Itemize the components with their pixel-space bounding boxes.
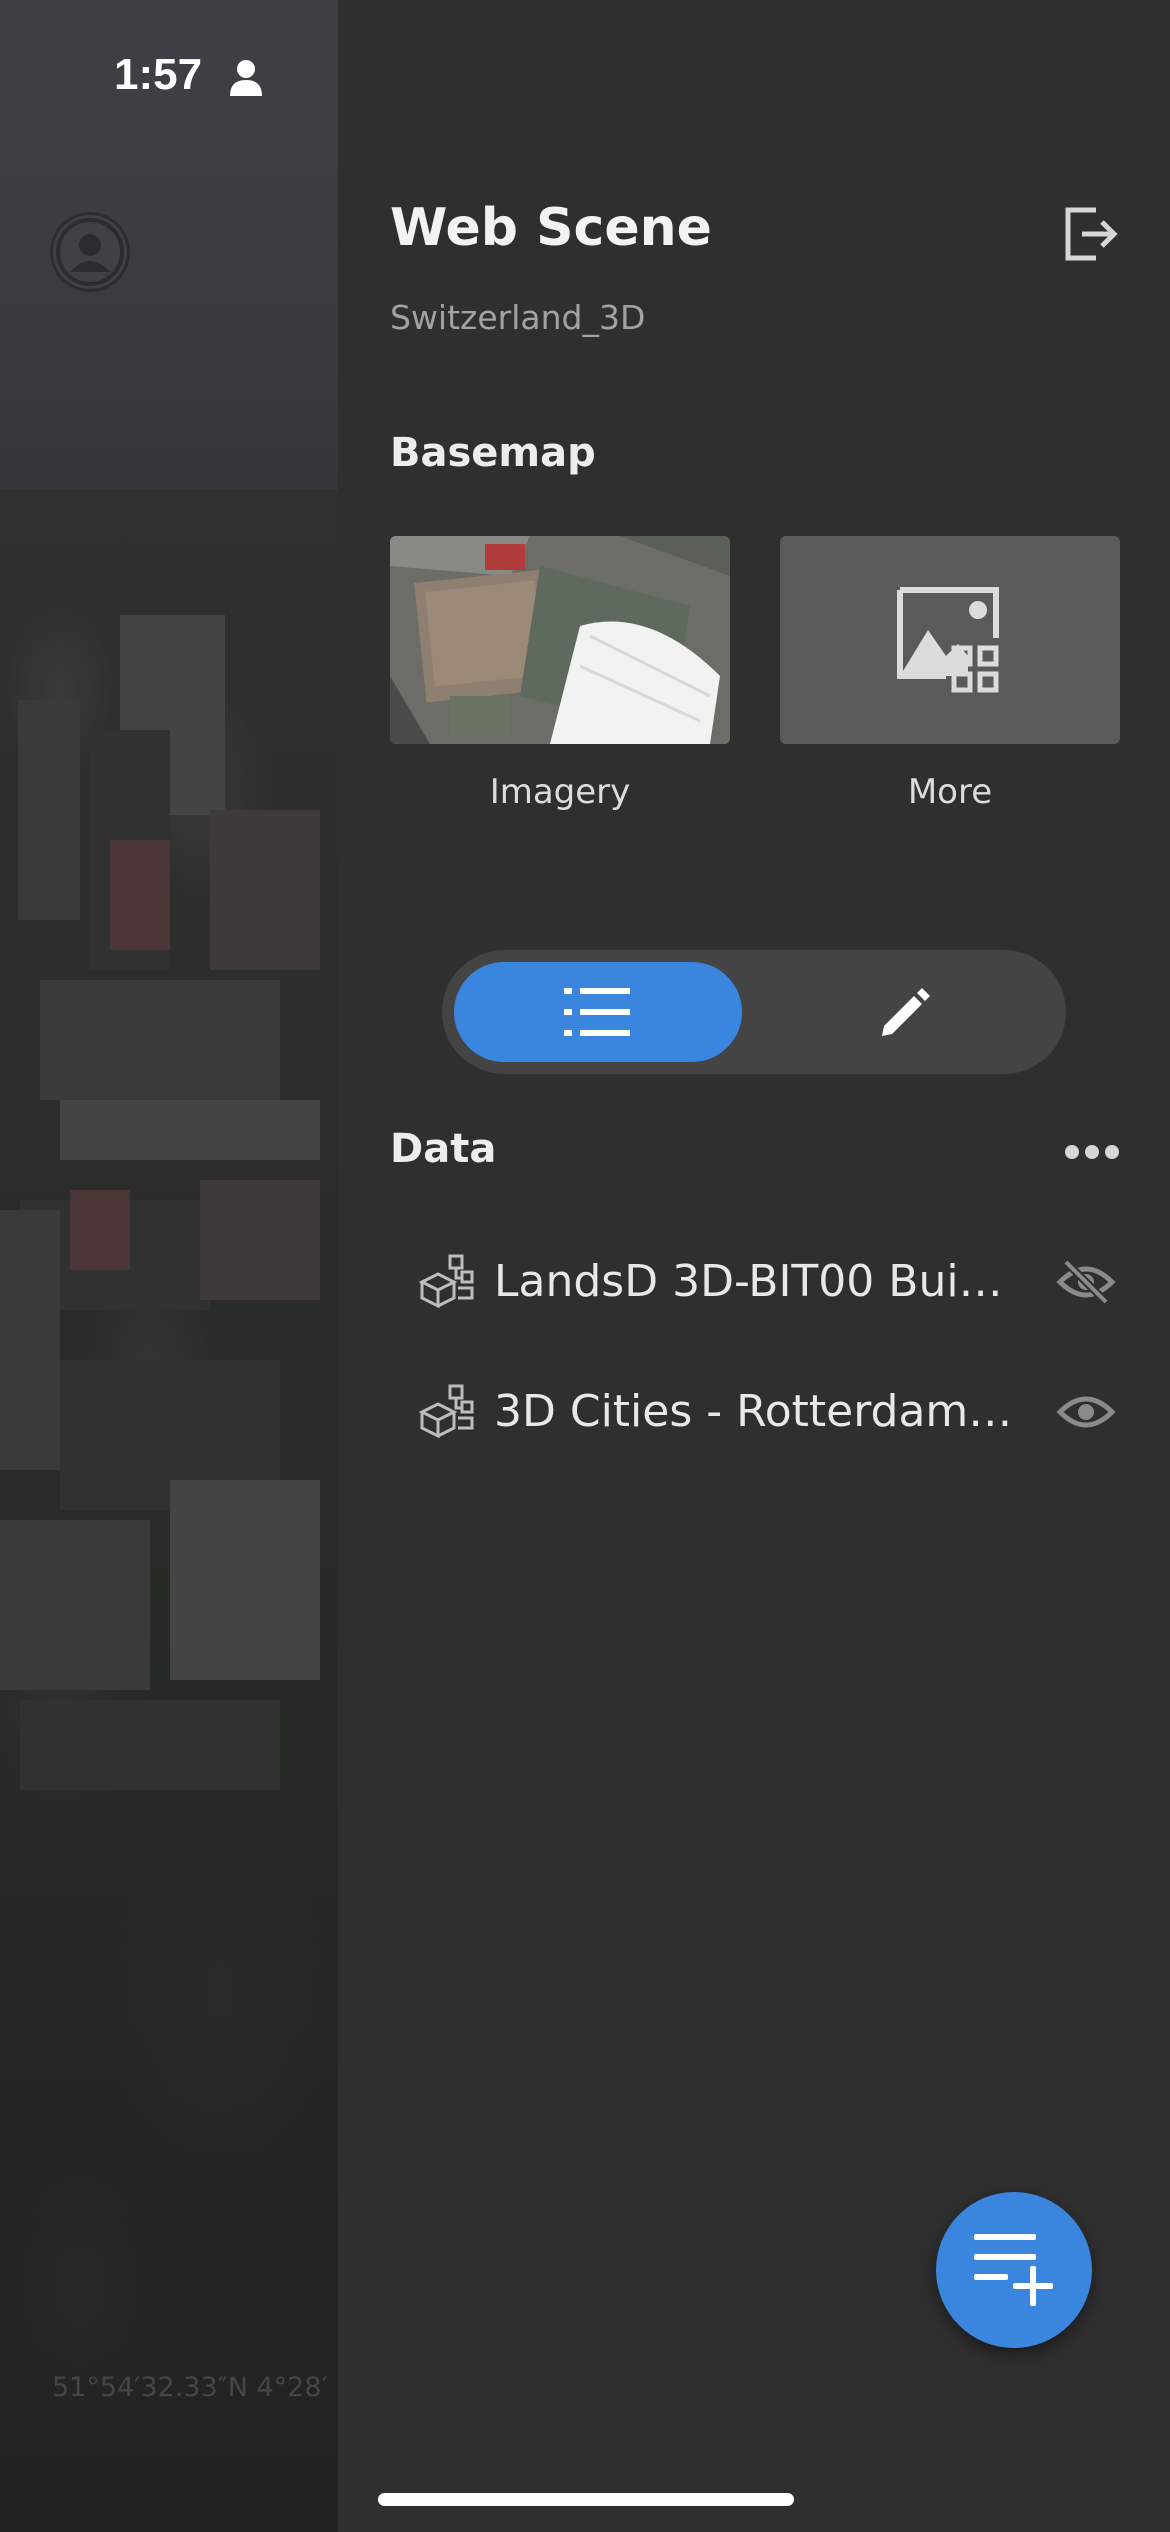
map-building: [18, 700, 80, 920]
panel-subtitle: Switzerland_3D: [390, 298, 646, 337]
map-building: [110, 840, 170, 950]
scene-layer-icon: [418, 1254, 474, 1309]
imagery-thumbnail-icon: [390, 536, 730, 744]
layer-name: LandsD 3D-BIT00 Buildings: [494, 1256, 1014, 1307]
data-section-label: Data: [390, 1126, 497, 1172]
scene-layer-icon: [418, 1384, 474, 1439]
edit-pencil-icon: [882, 988, 930, 1036]
basemap-imagery-label: Imagery: [489, 772, 631, 812]
basemap-gallery-icon: [897, 587, 999, 693]
more-options-icon[interactable]: [1064, 1140, 1120, 1164]
add-layer-icon: [974, 2234, 1053, 2306]
map-building: [70, 1190, 130, 1270]
map-coordinates: 51°54′32.33″N 4°28′: [52, 2372, 328, 2403]
add-layer-button[interactable]: [936, 2192, 1092, 2348]
list-icon: [564, 988, 630, 1036]
map-building: [170, 1480, 320, 1680]
basemap-imagery-tile[interactable]: [390, 536, 730, 744]
layer-name: 3D Cities - Rotterdam Buildings: [494, 1386, 1014, 1437]
map-building: [60, 1100, 320, 1160]
eye-visible-icon[interactable]: [1056, 1388, 1116, 1436]
panel-title: Web Scene: [390, 198, 712, 258]
basemap-more-tile[interactable]: [780, 536, 1120, 744]
map-building: [0, 1210, 60, 1470]
map-building: [200, 1180, 320, 1300]
map-view[interactable]: 51°54′32.33″N 4°28′: [0, 0, 338, 2532]
home-indicator: [378, 2493, 794, 2506]
layer-row[interactable]: LandsD 3D-BIT00 Buildings: [390, 1232, 1130, 1332]
map-building: [20, 1700, 280, 1790]
segment-edit-button[interactable]: [754, 962, 1054, 1062]
person-icon: [230, 60, 262, 96]
user-avatar-icon[interactable]: [50, 212, 130, 292]
sign-out-icon[interactable]: [1060, 204, 1120, 264]
web-scene-panel: Web Scene Switzerland_3D Basemap Imagery: [338, 0, 1170, 2532]
map-building: [0, 1520, 150, 1690]
basemap-section-label: Basemap: [390, 430, 596, 476]
map-building: [40, 980, 280, 1100]
view-segmented-control: [442, 950, 1066, 1074]
status-time: 1:57: [114, 50, 203, 99]
layer-row[interactable]: 3D Cities - Rotterdam Buildings: [390, 1362, 1130, 1462]
segment-list-button[interactable]: [454, 962, 742, 1062]
eye-hidden-icon[interactable]: [1056, 1258, 1116, 1306]
map-building: [210, 810, 320, 970]
basemap-more-label: More: [907, 772, 993, 812]
